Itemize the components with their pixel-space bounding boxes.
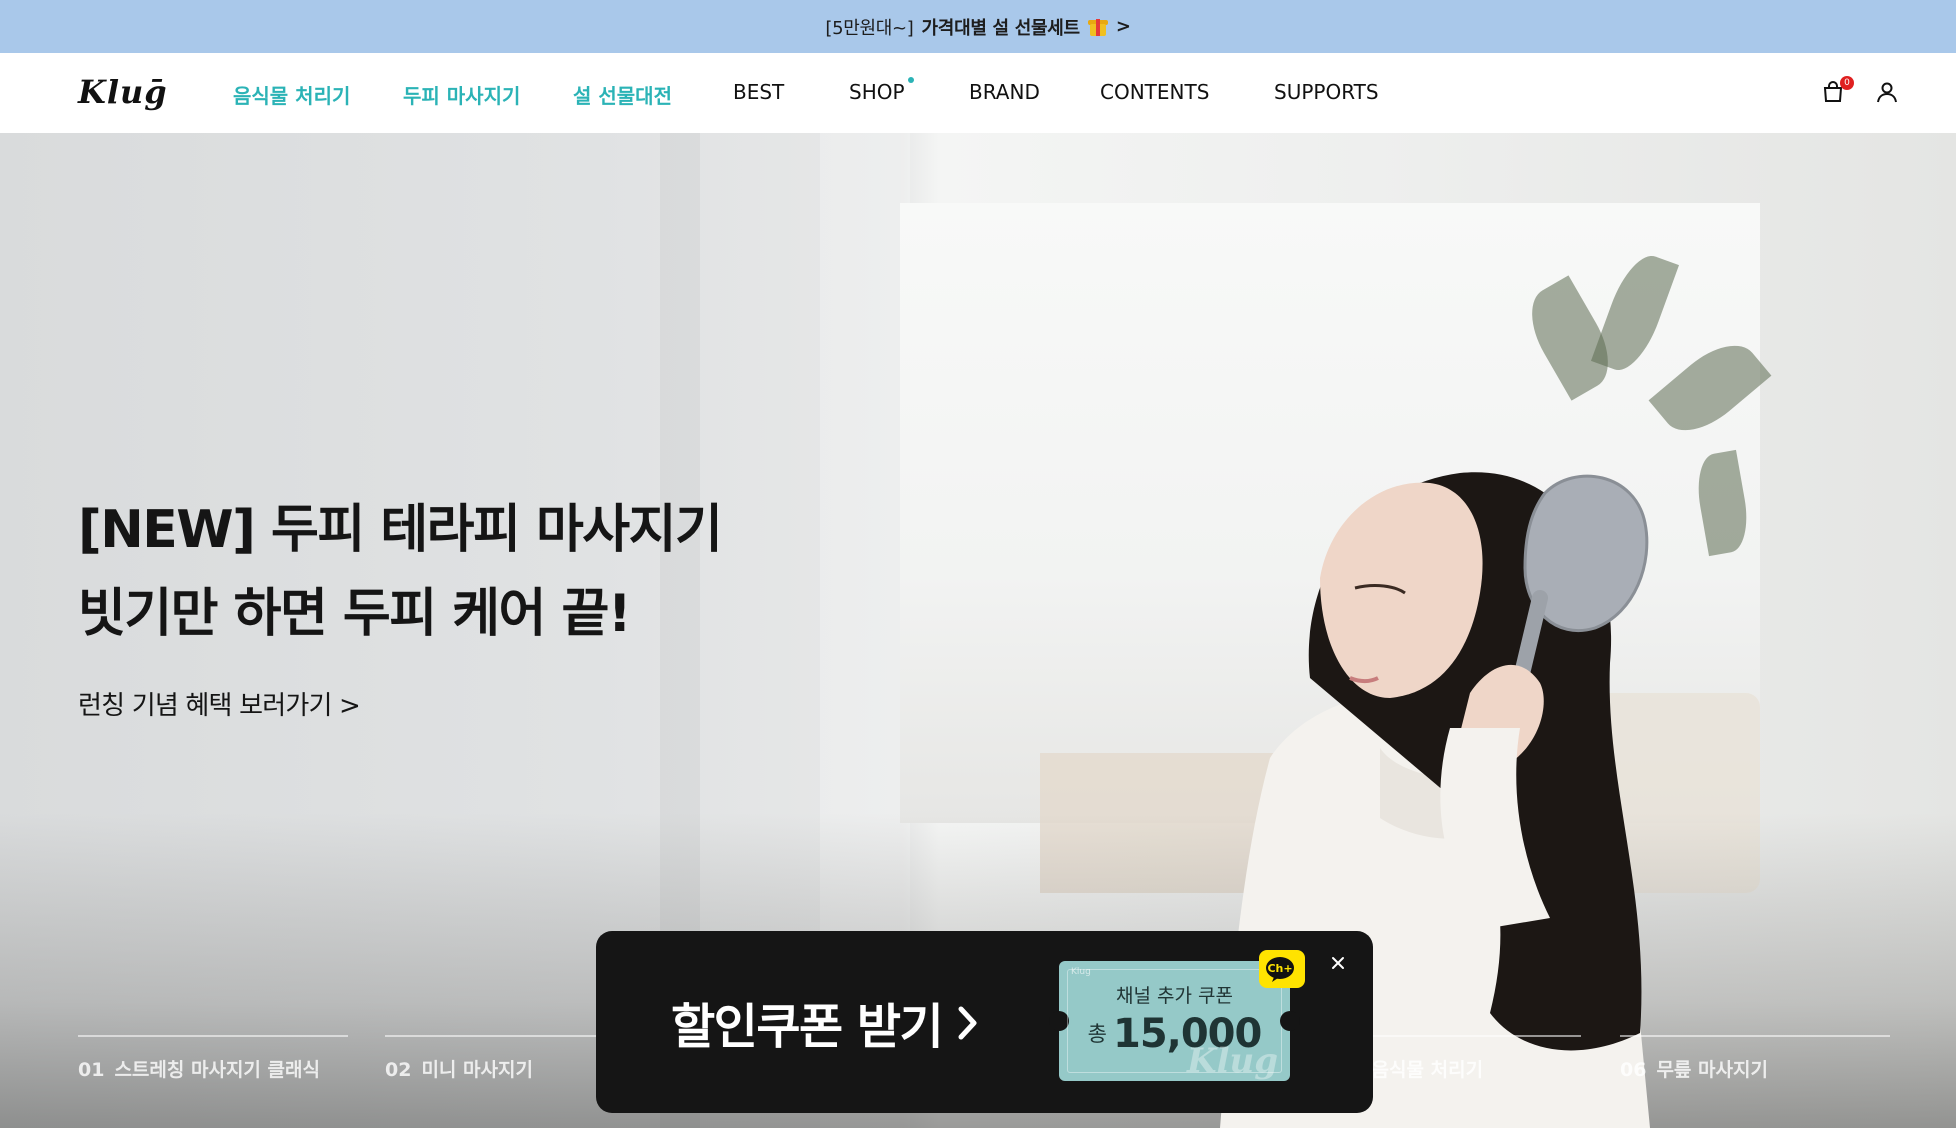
cart-count-badge: 0 (1840, 76, 1854, 90)
promo-banner[interactable]: [5만원대~] 가격대별 설 선물세트 > (0, 0, 1956, 53)
close-icon[interactable] (1328, 953, 1348, 973)
ticket-label: 채널 추가 쿠폰 (1116, 985, 1233, 1007)
slide-tab[interactable]: 01 스트레칭 마사지기 클래식 (78, 1035, 348, 1082)
promo-highlight: 가격대별 설 선물세트 (921, 17, 1081, 39)
hero-title-line1: [NEW] 두피 테라피 마사지기 (78, 500, 723, 560)
coupon-ticket[interactable]: Klug 채널 추가 쿠폰 총 15,000 Klug (1049, 961, 1300, 1081)
header-icons: 0 (1820, 76, 1900, 105)
coupon-popup[interactable]: 할인쿠폰 받기 Klug 채널 추가 쿠폰 총 15,000 Klug Ch+ (596, 931, 1373, 1113)
user-icon[interactable] (1874, 79, 1900, 105)
nav-item-supports[interactable]: SUPPORTS (1274, 80, 1379, 104)
promo-arrow: > (1115, 16, 1131, 37)
nav-item-food-waste[interactable]: 음식물 처리기 (233, 80, 350, 109)
nav-item-brand[interactable]: BRAND (969, 80, 1040, 104)
hero-title: [NEW] 두피 테라피 마사지기 빗기만 하면 두피 케어 끝! (78, 488, 723, 656)
gift-icon (1087, 17, 1108, 37)
launch-benefit-link[interactable]: 런칭 기념 혜택 보러가기 > (78, 685, 361, 722)
nav-item-shop-wrap[interactable]: SHOP (849, 77, 914, 104)
nav-item-contents[interactable]: CONTENTS (1100, 80, 1209, 104)
slide-tab[interactable]: 06 무릎 마사지기 (1620, 1035, 1890, 1082)
header: Kluḡ 음식물 처리기 두피 마사지기 설 선물대전 BEST SHOP B… (0, 53, 1956, 133)
nav-item-best[interactable]: BEST (733, 80, 784, 104)
slide-tab-label: 미니 마사지기 (421, 1059, 533, 1081)
nav-item-seollal-gift[interactable]: 설 선물대전 (573, 80, 672, 109)
coupon-title: 할인쿠폰 받기 (671, 999, 944, 1055)
new-dot (907, 77, 914, 83)
hero-title-line2: 빗기만 하면 두피 케어 끝! (78, 584, 632, 644)
slide-tab-label: 스트레칭 마사지기 클래식 (114, 1059, 320, 1081)
slide-tab-number: 02 (385, 1059, 412, 1081)
main-nav: 음식물 처리기 두피 마사지기 설 선물대전 BEST SHOP BRAND C… (0, 53, 1956, 133)
shopping-bag-icon[interactable]: 0 (1820, 76, 1854, 105)
slide-tab-number: 01 (78, 1059, 105, 1081)
kakao-channel-icon: Ch+ (1259, 950, 1305, 988)
chevron-right-icon (958, 1006, 977, 1040)
slide-tab-number: 06 (1620, 1059, 1647, 1081)
ticket-watermark: Klug (1187, 1041, 1278, 1081)
nav-item-shop[interactable]: SHOP (849, 80, 905, 104)
promo-prefix: [5만원대~] (825, 17, 914, 39)
ticket-prefix: 총 (1087, 1022, 1107, 1046)
channel-badge-text: Ch+ (1267, 962, 1292, 975)
nav-item-scalp-massager[interactable]: 두피 마사지기 (403, 80, 520, 109)
ticket-tag: Klug (1071, 967, 1091, 977)
slide-tab-label: 무릎 마사지기 (1656, 1059, 1768, 1081)
